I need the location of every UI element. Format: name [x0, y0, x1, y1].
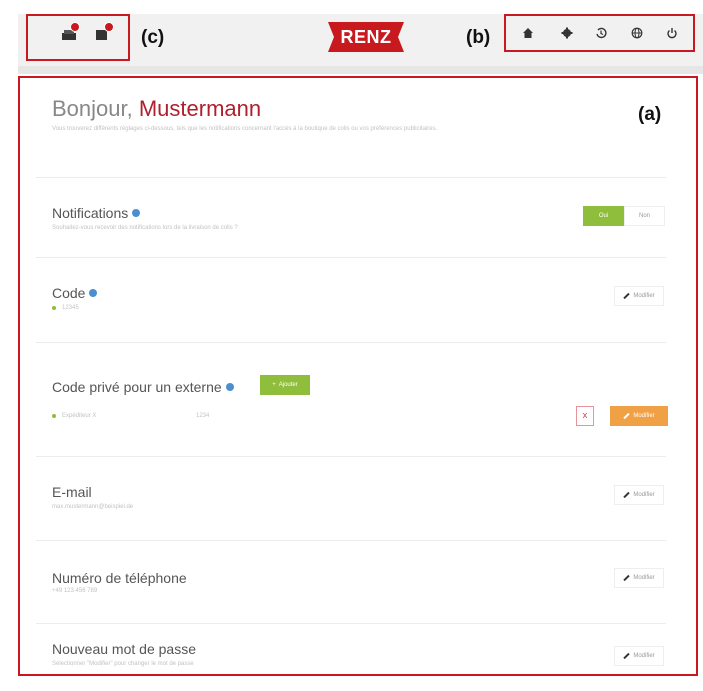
callout-box-a: [18, 76, 698, 676]
page-title: Bonjour, Mustermann: [52, 96, 261, 122]
greeting-subtitle: Vous trouverez différents réglages ci-de…: [52, 126, 438, 132]
code-edit-button[interactable]: Modifier: [614, 286, 664, 306]
info-icon[interactable]: [132, 209, 141, 217]
pencil-icon: [623, 574, 631, 582]
notifications-toggle[interactable]: Oui Non: [583, 206, 665, 226]
add-private-code-button[interactable]: + Ajouter: [260, 375, 310, 395]
info-icon[interactable]: [89, 289, 98, 297]
private-code-title: Code privé pour un externe: [52, 379, 234, 395]
section-divider: [36, 342, 666, 343]
pencil-icon: [623, 292, 631, 300]
user-name: Mustermann: [138, 96, 262, 121]
phone-value: +49 123 456 789: [52, 588, 98, 594]
notifications-subtitle: Souhaitez-vous recevoir des notification…: [52, 225, 238, 231]
code-value-row: 12345: [52, 305, 79, 311]
section-divider: [36, 257, 666, 258]
greeting-prefix: Bonjour,: [52, 96, 133, 121]
status-dot: [52, 306, 56, 310]
notifications-title: Notifications: [52, 205, 141, 221]
section-divider: [36, 540, 666, 541]
section-divider: [36, 623, 666, 624]
password-subtitle: Sélectionner "Modifier" pour changer le …: [52, 661, 194, 667]
email-value: max.mustermann@beispiel.de: [52, 504, 134, 510]
pencil-icon: [623, 652, 631, 660]
section-divider: [36, 456, 666, 457]
password-title: Nouveau mot de passe: [52, 641, 196, 657]
plus-icon: +: [272, 382, 276, 388]
section-divider: [36, 177, 666, 178]
password-edit-button[interactable]: Modifier: [614, 646, 664, 666]
callout-box-b: [504, 14, 695, 52]
email-edit-button[interactable]: Modifier: [614, 485, 664, 505]
code-value: 12345: [62, 305, 79, 311]
top-bar-divider: [18, 66, 703, 74]
delete-private-code-button[interactable]: X: [576, 406, 594, 426]
private-code-name: Expéditeur X: [62, 413, 97, 419]
pencil-icon: [623, 412, 631, 420]
renz-logo: RENZ: [328, 22, 404, 52]
pencil-icon: [623, 491, 631, 499]
phone-edit-button[interactable]: Modifier: [614, 568, 664, 588]
status-dot: [52, 414, 56, 418]
code-title: Code: [52, 285, 98, 301]
toggle-off-button[interactable]: Non: [624, 206, 665, 226]
callout-label-c: (c): [141, 27, 165, 48]
phone-title: Numéro de téléphone: [52, 570, 187, 586]
callout-label-b: (b): [466, 27, 491, 48]
toggle-on-button[interactable]: Oui: [583, 206, 624, 226]
edit-private-code-button[interactable]: Modifier: [610, 406, 668, 426]
email-title: E-mail: [52, 484, 92, 500]
private-code-value: 1234: [196, 413, 210, 419]
info-icon[interactable]: [225, 383, 234, 391]
private-code-entry: Expéditeur X 1234: [52, 413, 209, 419]
callout-label-a: (a): [638, 104, 662, 125]
callout-box-c: [26, 14, 130, 61]
